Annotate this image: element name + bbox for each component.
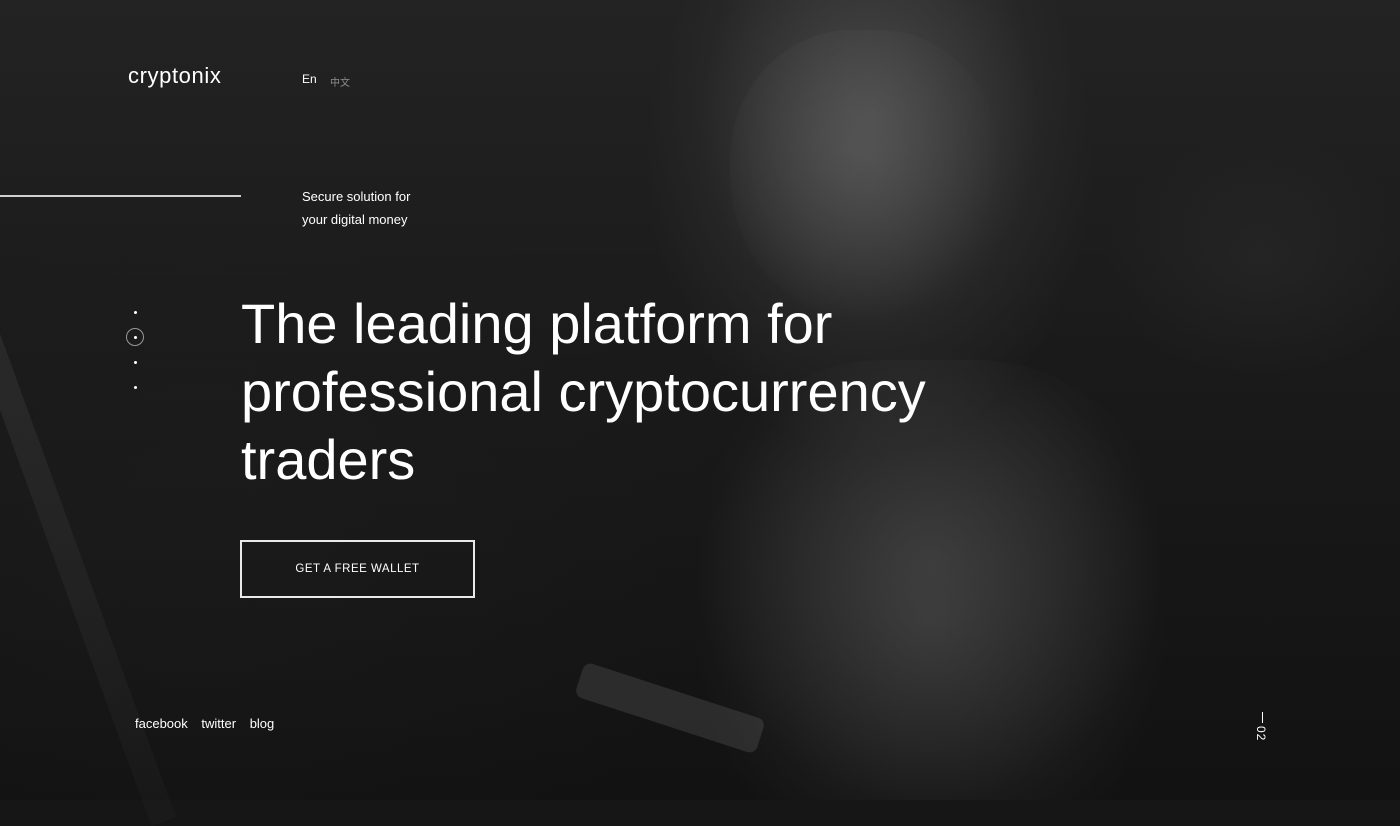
tagline-line-2: your digital money — [302, 212, 408, 227]
slider-dot-2-active[interactable] — [126, 328, 144, 346]
background-photo-hair — [700, 0, 1040, 330]
page-number: 02 — [1254, 726, 1268, 742]
page-indicator-line — [1262, 712, 1263, 723]
get-free-wallet-button[interactable]: GET A FREE WALLET — [240, 540, 475, 598]
page-indicator: 02 — [1254, 712, 1270, 746]
language-en[interactable]: En — [302, 72, 317, 86]
tagline-line-1: Secure solution for — [302, 189, 411, 204]
hero-headline-line-3: traders — [241, 428, 416, 491]
facebook-link[interactable]: facebook — [135, 716, 188, 731]
social-links: facebook twitter blog — [135, 716, 284, 731]
brand-logo[interactable]: cryptonix — [128, 63, 221, 89]
tagline-divider — [0, 195, 241, 197]
slider-dots — [126, 303, 144, 403]
tagline: Secure solution for your digital money — [302, 185, 502, 231]
blog-link[interactable]: blog — [250, 716, 275, 731]
language-zh[interactable]: 中文 — [330, 74, 350, 89]
slider-dot-4[interactable] — [126, 378, 144, 396]
background-light-beam — [0, 291, 176, 826]
slider-dot-1[interactable] — [126, 303, 144, 321]
hero-headline: The leading platform for professional cr… — [241, 290, 1001, 494]
slider-dot-3[interactable] — [126, 353, 144, 371]
background-phone — [574, 661, 766, 755]
hero-headline-line-2: professional cryptocurrency — [241, 360, 926, 423]
twitter-link[interactable]: twitter — [201, 716, 236, 731]
background-photo-face — [730, 30, 1000, 320]
hero-headline-line-1: The leading platform for — [241, 292, 833, 355]
